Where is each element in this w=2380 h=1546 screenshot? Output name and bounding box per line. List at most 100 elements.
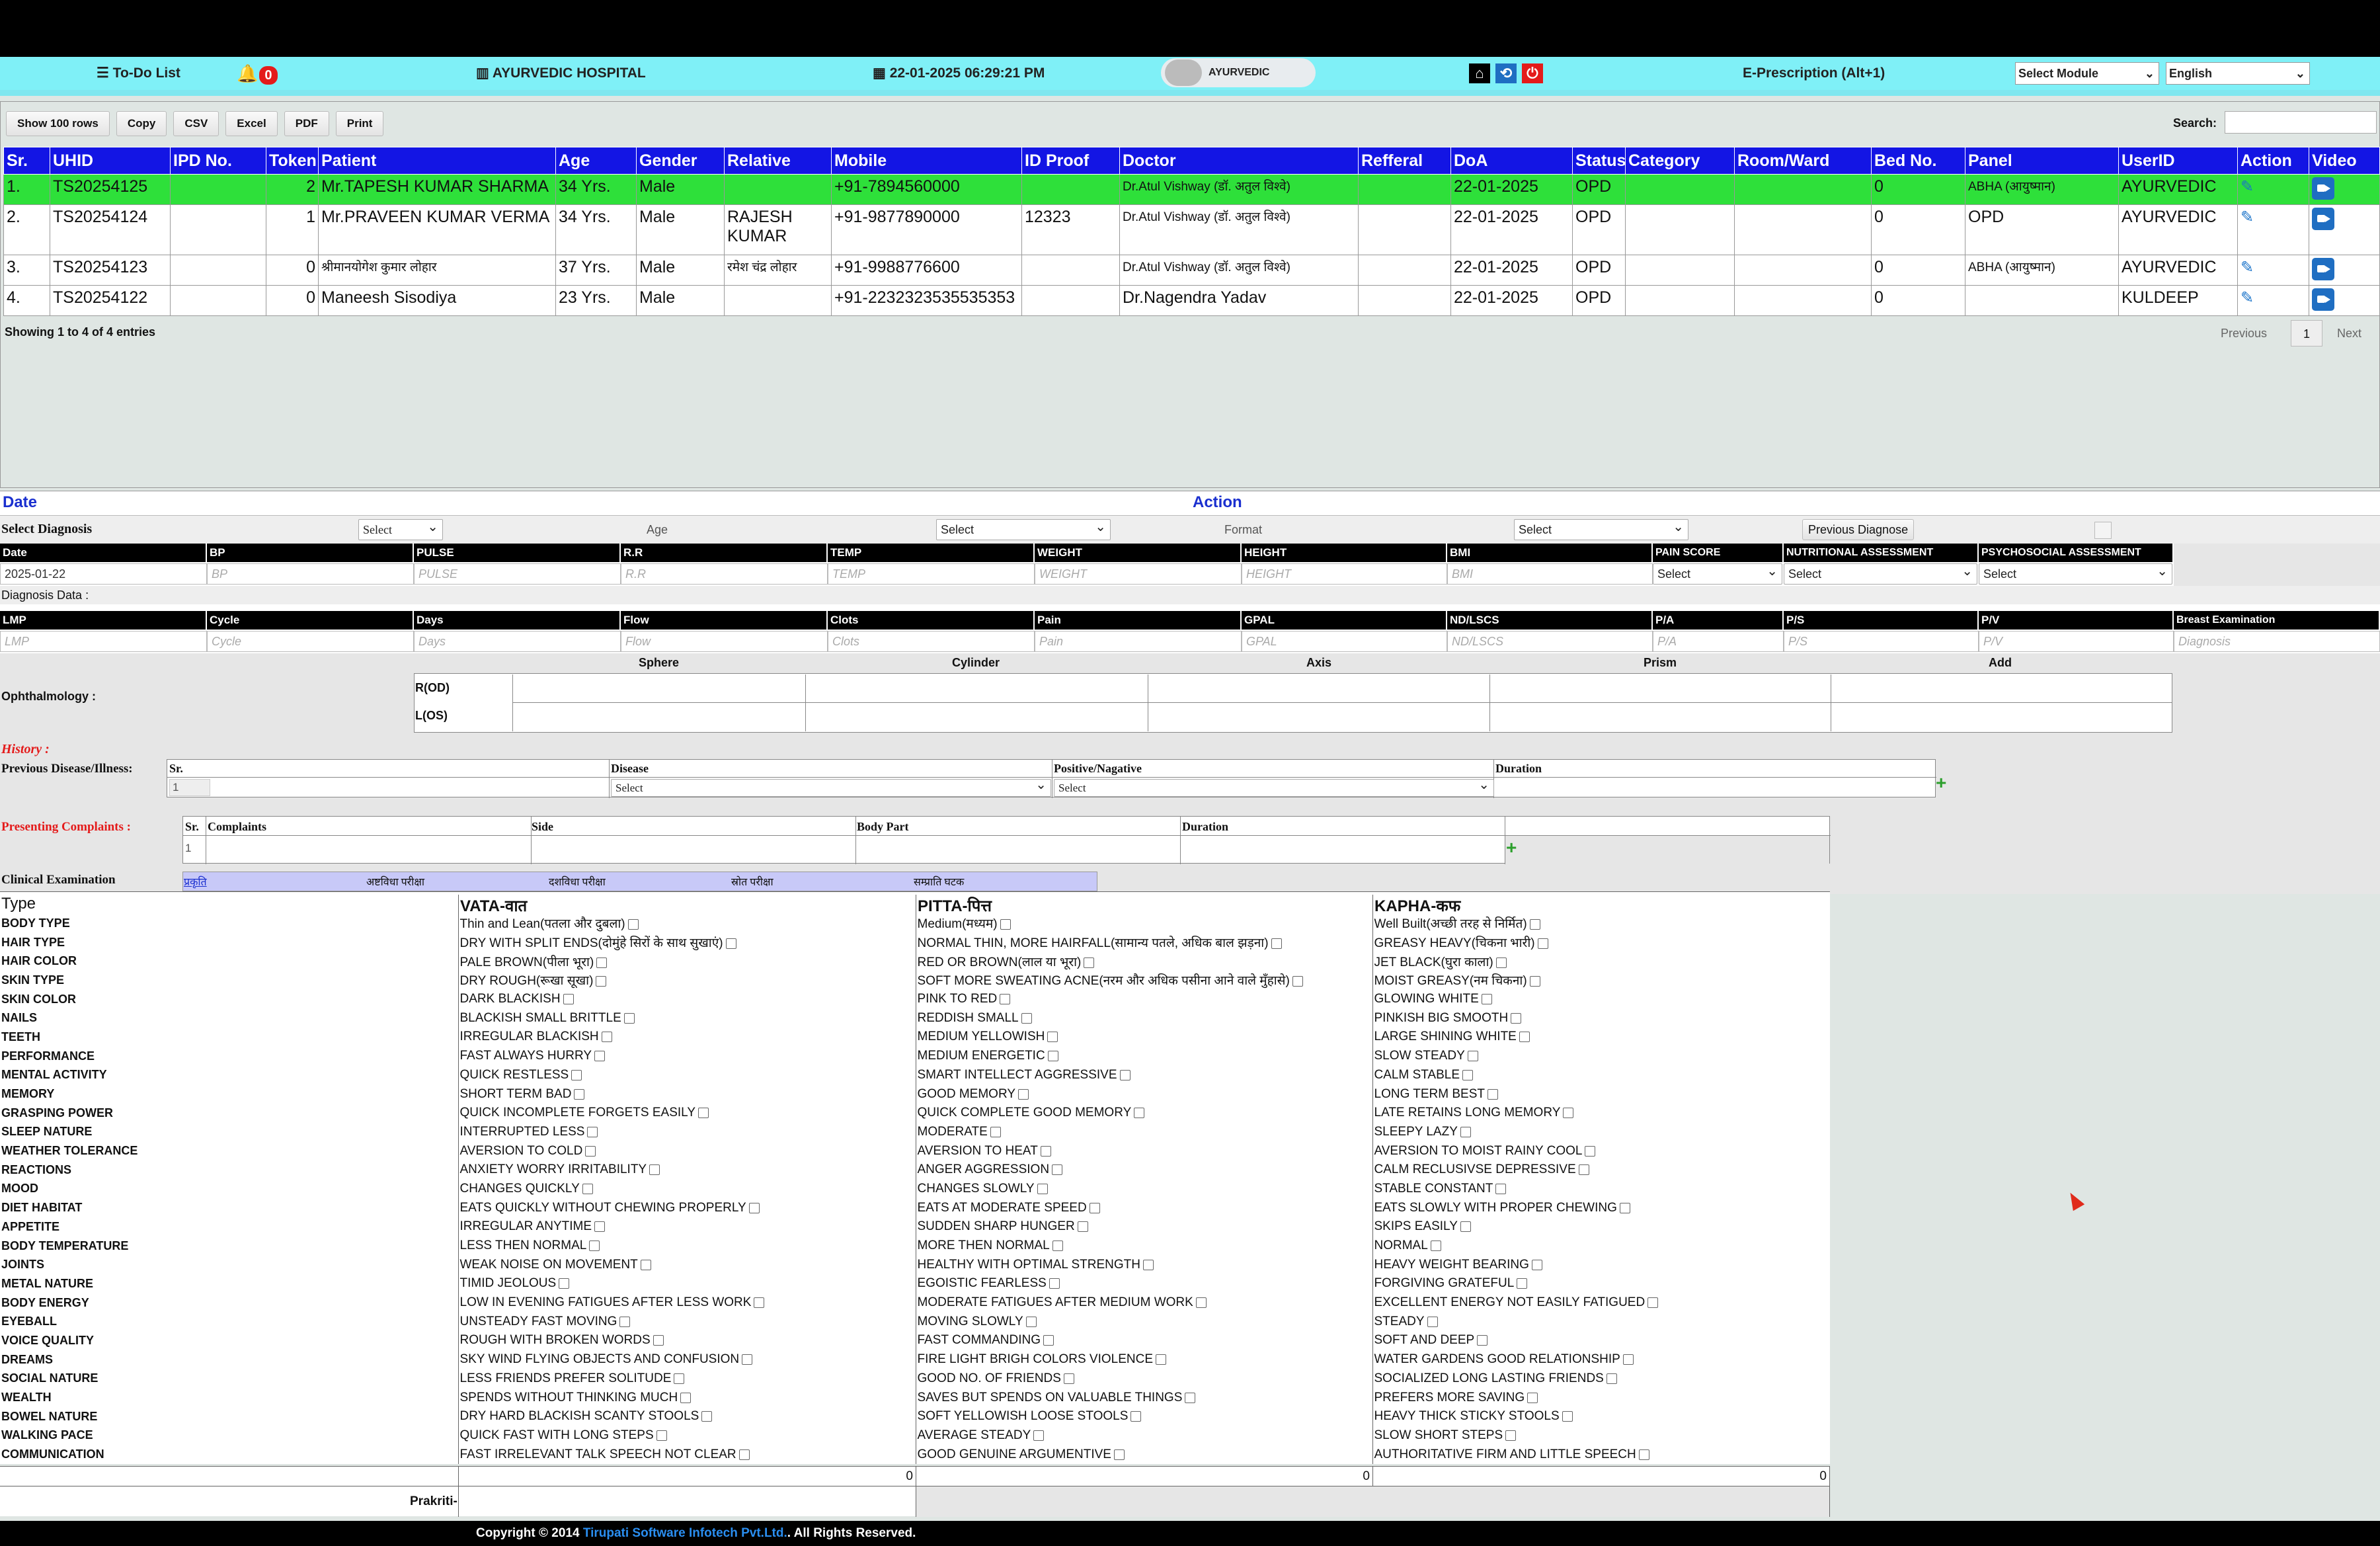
history-sr-input[interactable]: 1	[169, 779, 210, 796]
col-header[interactable]: Video	[2309, 147, 2380, 175]
bmi-input[interactable]: BMI	[1447, 563, 1653, 585]
prakriti-checkbox[interactable]	[674, 1373, 685, 1384]
weight-input[interactable]: WEIGHT	[1035, 563, 1242, 585]
edit-icon[interactable]: ✎	[2241, 260, 2258, 276]
complaints-sr-input[interactable]: 1	[185, 838, 204, 858]
table-row[interactable]: 2. TS20254124 1 Mr.PRAVEEN KUMAR VERMA 34 Yr…	[3, 204, 2380, 255]
prakriti-checkbox[interactable]	[1585, 1145, 1596, 1157]
video-camera-icon[interactable]	[2312, 288, 2334, 311]
rr-input[interactable]: R.R	[621, 563, 828, 585]
video-camera-icon[interactable]	[2312, 258, 2334, 280]
tab-srotas[interactable]: स्रोत परीक्षा	[731, 874, 774, 889]
prakriti-checkbox[interactable]	[1467, 1051, 1478, 1062]
prakriti-checkbox[interactable]	[1040, 1145, 1051, 1157]
prakriti-checkbox[interactable]	[1025, 1316, 1037, 1327]
prakriti-checkbox[interactable]	[640, 1259, 651, 1270]
power-icon[interactable]: ⏻	[1522, 63, 1543, 83]
add-complaint-icon[interactable]: +	[1506, 837, 1517, 858]
side-input[interactable]	[532, 836, 854, 862]
prakriti-checkbox[interactable]	[589, 1241, 600, 1252]
csv-button[interactable]: CSV	[173, 111, 219, 136]
prakriti-checkbox[interactable]	[1578, 1164, 1589, 1176]
prakriti-checkbox[interactable]	[1427, 1316, 1438, 1327]
prakriti-checkbox[interactable]	[1000, 919, 1011, 930]
prakriti-checkbox[interactable]	[1047, 1032, 1058, 1043]
age-select[interactable]: Select	[936, 517, 1111, 540]
prakriti-checkbox[interactable]	[1562, 1411, 1573, 1422]
prakriti-checkbox[interactable]	[1134, 1108, 1145, 1119]
col-header[interactable]: Room/Ward	[1734, 147, 1872, 175]
prakriti-checkbox[interactable]	[1638, 1449, 1649, 1460]
prakriti-checkbox[interactable]	[563, 994, 574, 1005]
prakriti-checkbox[interactable]	[653, 1335, 664, 1346]
video-camera-icon[interactable]	[2312, 177, 2334, 200]
prakriti-checkbox[interactable]	[623, 1012, 635, 1024]
prakriti-checkbox[interactable]	[582, 1183, 593, 1194]
prakriti-checkbox[interactable]	[627, 919, 639, 930]
gpal-input[interactable]: GPAL	[1242, 631, 1447, 652]
prakriti-checkbox[interactable]	[596, 957, 608, 968]
prakriti-checkbox[interactable]	[1495, 957, 1507, 968]
prakriti-checkbox[interactable]	[1043, 1335, 1054, 1346]
prakriti-checkbox[interactable]	[748, 1202, 760, 1213]
prakriti-checkbox[interactable]	[587, 1126, 598, 1137]
pv-input[interactable]: P/V	[1979, 631, 2174, 652]
e-prescription-link[interactable]: E-Prescription (Alt+1)	[1743, 57, 1885, 90]
prakriti-checkbox[interactable]	[594, 1221, 606, 1233]
prakriti-checkbox[interactable]	[1052, 1164, 1063, 1176]
pa-input[interactable]: P/A	[1653, 631, 1784, 652]
col-header[interactable]: Status	[1572, 147, 1626, 175]
col-header[interactable]: Doctor	[1119, 147, 1359, 175]
col-header[interactable]: UHID	[50, 147, 171, 175]
col-header[interactable]: Token	[266, 147, 319, 175]
todo-list-link[interactable]: ☰ To-Do List	[97, 57, 180, 90]
nutritional-assessment-select[interactable]: Select	[1784, 561, 1977, 585]
prakriti-checkbox[interactable]	[1460, 1126, 1471, 1137]
days-input[interactable]: Days	[414, 631, 621, 652]
add-row-icon[interactable]: +	[1936, 772, 1946, 793]
prakriti-checkbox[interactable]	[680, 1392, 692, 1403]
psychosocial-assessment-select[interactable]: Select	[1979, 561, 2172, 585]
prakriti-checkbox[interactable]	[742, 1354, 753, 1365]
prakriti-checkbox[interactable]	[1185, 1392, 1196, 1403]
prakriti-checkbox[interactable]	[1505, 1430, 1517, 1441]
prakriti-checkbox[interactable]	[585, 1145, 596, 1157]
prakriti-checkbox[interactable]	[601, 1032, 612, 1043]
prakriti-checkbox[interactable]	[571, 1069, 582, 1080]
prakriti-checkbox[interactable]	[1142, 1259, 1154, 1270]
prakriti-checkbox[interactable]	[596, 976, 607, 987]
diagnosis-select[interactable]: Select	[358, 517, 443, 540]
prakriti-checkbox[interactable]	[656, 1430, 667, 1441]
prakriti-checkbox[interactable]	[1622, 1354, 1634, 1365]
prakriti-checkbox[interactable]	[725, 938, 736, 950]
col-header[interactable]: UserID	[2118, 147, 2238, 175]
search-input[interactable]	[2225, 111, 2377, 134]
prakriti-checkbox[interactable]	[754, 1297, 765, 1309]
prakriti-checkbox[interactable]	[1021, 1012, 1032, 1024]
col-header[interactable]: Age	[555, 147, 637, 175]
notifications-button[interactable]: 🔔 0	[237, 57, 278, 90]
prakriti-checkbox[interactable]	[1495, 1183, 1507, 1194]
tab-prakriti[interactable]: प्रकृति	[184, 874, 207, 889]
copy-button[interactable]: Copy	[116, 111, 167, 136]
breast-examination-input[interactable]: Diagnosis	[2174, 631, 2380, 652]
prakriti-checkbox[interactable]	[1052, 1241, 1063, 1252]
prakriti-checkbox[interactable]	[1047, 1051, 1058, 1062]
refresh-icon[interactable]: ⟲	[1495, 63, 1517, 83]
table-row[interactable]: 4. TS20254122 0 Maneesh Sisodiya 23 Yrs. Male…	[3, 285, 2380, 316]
prakriti-checkbox[interactable]	[1460, 1221, 1471, 1233]
table-row[interactable]: 3. TS20254123 0 श्रीमानयोगेश कुमार लोहार 37 …	[3, 255, 2380, 286]
prakriti-checkbox[interactable]	[1529, 919, 1540, 930]
prakriti-checkbox[interactable]	[574, 1088, 585, 1100]
pain-score-select[interactable]: Select	[1653, 561, 1782, 585]
module-select[interactable]: Select Module ⌄	[2015, 62, 2159, 85]
prakriti-checkbox[interactable]	[1018, 1088, 1029, 1100]
previous-page-button[interactable]: Previous	[2221, 327, 2267, 341]
prakriti-checkbox[interactable]	[1519, 1032, 1530, 1043]
prakriti-checkbox[interactable]	[1113, 1449, 1125, 1460]
cycle-input[interactable]: Cycle	[207, 631, 414, 652]
prakriti-checkbox[interactable]	[1271, 938, 1282, 950]
bp-input[interactable]: BP	[207, 563, 414, 585]
prakriti-checkbox[interactable]	[1537, 938, 1548, 950]
col-header[interactable]: Mobile	[831, 147, 1022, 175]
